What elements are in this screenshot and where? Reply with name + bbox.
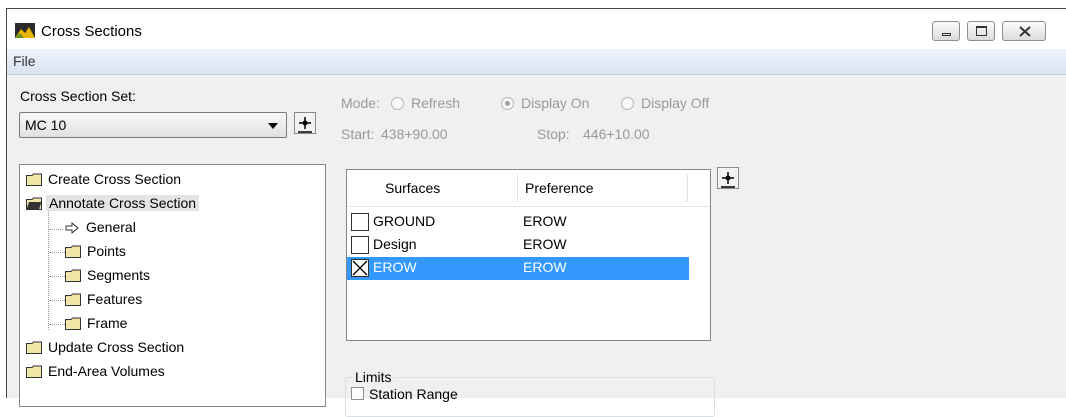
limits-group-title: Limits <box>353 369 394 385</box>
folder-open-icon <box>26 197 42 210</box>
cross-sections-window: Cross Sections File Cross Section Set: M… <box>6 8 1066 417</box>
close-button[interactable] <box>1002 21 1046 41</box>
mode-refresh-radio[interactable] <box>391 97 404 110</box>
tree-item-label: Annotate Cross Section <box>46 195 200 211</box>
cross-section-set-label: Cross Section Set: <box>20 88 136 104</box>
crosshair-target-icon <box>721 172 735 188</box>
mode-display-off-label: Display Off <box>641 95 710 111</box>
tree-item-label: Segments <box>87 267 151 283</box>
navigation-tree: Create Cross Section Annotate Cross Sect… <box>19 164 326 407</box>
surface-preference: EROW <box>523 259 567 275</box>
tree-item-label: Frame <box>87 315 128 331</box>
folder-icon <box>65 293 81 306</box>
surface-preference: EROW <box>523 236 567 252</box>
start-label: Start: <box>341 126 375 142</box>
tree-item-label: Update Cross Section <box>48 339 185 355</box>
cross-section-app-icon <box>15 23 35 38</box>
column-header-surfaces[interactable]: Surfaces <box>385 180 440 196</box>
menu-bar: File <box>7 49 1066 75</box>
maximize-button[interactable] <box>967 21 995 41</box>
stop-label: Stop: <box>537 126 570 142</box>
tree-connector-h <box>49 300 65 301</box>
tree-connector-h <box>49 252 65 253</box>
surfaces-table-header: Surfaces Preference <box>347 170 710 207</box>
folder-icon <box>26 341 42 354</box>
start-value: 438+90.00 <box>381 126 448 142</box>
tree-connector <box>48 207 49 330</box>
tree-item-label: Points <box>87 243 126 259</box>
restore-icon <box>976 26 987 36</box>
folder-icon <box>65 269 81 282</box>
column-header-preference[interactable]: Preference <box>525 180 593 196</box>
mode-display-on-label: Display On <box>521 95 590 111</box>
check-x-icon <box>352 260 368 276</box>
cross-section-set-value: MC 10 <box>25 117 67 133</box>
tree-connector-h <box>49 229 63 230</box>
cross-section-set-dropdown[interactable]: MC 10 <box>19 112 287 138</box>
surface-preference: EROW <box>523 213 567 229</box>
menu-file[interactable]: File <box>13 53 36 69</box>
tree-item-label: End-Area Volumes <box>48 363 165 379</box>
tree-connector-h <box>49 276 65 277</box>
mode-label: Mode: <box>341 95 380 111</box>
folder-icon <box>26 365 42 378</box>
station-range-label: Station Range <box>369 386 458 402</box>
surface-name: GROUND <box>373 213 436 229</box>
chevron-down-icon <box>268 123 278 129</box>
arrow-right-icon <box>65 222 79 234</box>
tree-connector-h <box>49 324 65 325</box>
surface-name: EROW <box>373 259 417 275</box>
table-row[interactable]: Design EROW <box>347 234 689 257</box>
title-bar: Cross Sections <box>7 9 1066 49</box>
surfaces-table: Surfaces Preference GROUND EROW Design E… <box>346 169 711 341</box>
column-separator <box>687 174 688 202</box>
crosshair-target-icon <box>298 117 312 133</box>
select-set-target-button[interactable] <box>294 112 316 134</box>
minimize-button[interactable] <box>932 21 960 41</box>
tree-item-label: General <box>86 219 136 235</box>
tree-item-label: Create Cross Section <box>48 171 182 187</box>
mode-refresh-label: Refresh <box>411 95 461 111</box>
select-surface-target-button[interactable] <box>717 167 739 189</box>
window-title: Cross Sections <box>41 23 142 40</box>
tree-item-label: Features <box>87 291 143 307</box>
minimize-icon <box>942 33 951 36</box>
surface-checkbox[interactable] <box>351 213 369 231</box>
table-row[interactable]: GROUND EROW <box>347 211 689 234</box>
surface-name: Design <box>373 236 417 252</box>
station-range-checkbox[interactable] <box>351 387 364 400</box>
folder-icon <box>26 173 42 186</box>
mode-display-off-radio[interactable] <box>621 97 634 110</box>
surface-checkbox[interactable] <box>351 236 369 254</box>
mode-display-on-radio[interactable] <box>501 97 514 110</box>
folder-icon <box>65 317 81 330</box>
stop-value: 446+10.00 <box>583 126 650 142</box>
surface-checkbox-checked[interactable] <box>351 259 369 277</box>
table-row-selected[interactable]: EROW EROW <box>347 257 689 280</box>
column-separator <box>517 174 518 202</box>
close-icon <box>1019 26 1031 37</box>
folder-icon <box>65 245 81 258</box>
